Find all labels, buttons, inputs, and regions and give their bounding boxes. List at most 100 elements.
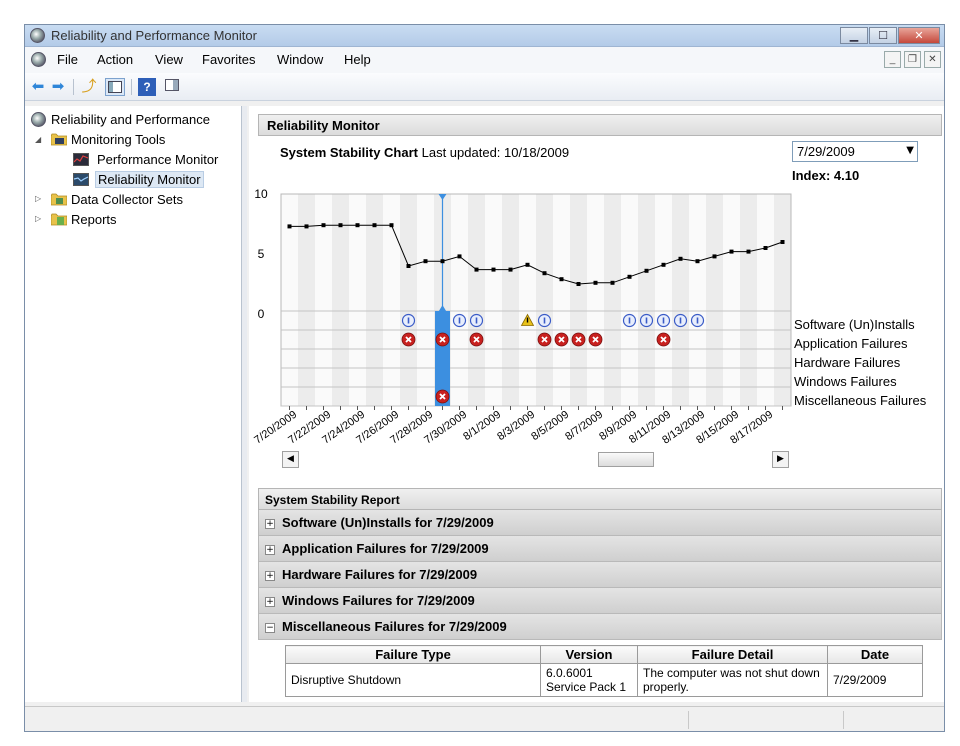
y-tick-label: 5: [258, 247, 265, 261]
navigation-tree: Reliability and Performance ◢ Monitoring…: [25, 106, 242, 702]
chart-column: [485, 194, 502, 406]
report-section-misc[interactable]: − Miscellaneous Failures for 7/29/2009: [258, 614, 942, 640]
pane-splitter[interactable]: [242, 106, 247, 702]
chart-column: [417, 194, 434, 406]
column-header-version[interactable]: Version: [540, 645, 638, 664]
expand-plus-icon[interactable]: +: [265, 571, 275, 581]
tree-item-label: Monitoring Tools: [71, 132, 166, 147]
menu-bar: File Action View Favorites Window Help _…: [25, 47, 944, 73]
stability-data-point: [746, 249, 751, 254]
y-tick-label: 10: [254, 187, 268, 201]
close-button[interactable]: ✕: [898, 27, 940, 44]
report-section-label: Software (Un)Installs for 7/29/2009: [282, 515, 494, 530]
stability-data-point: [389, 223, 394, 228]
cell-failure-detail: The computer was not shut down properly.: [637, 663, 828, 697]
stability-data-point: [406, 264, 411, 268]
menu-file[interactable]: File: [57, 52, 78, 67]
stability-data-point: [661, 262, 666, 267]
stability-data-point: [610, 280, 615, 285]
tree-item-label: Reports: [71, 212, 117, 227]
report-section-software[interactable]: + Software (Un)Installs for 7/29/2009: [258, 510, 942, 536]
mdi-restore-button[interactable]: ❐: [904, 51, 921, 68]
scroll-right-button[interactable]: ▶: [772, 451, 789, 468]
app-icon: [30, 28, 45, 43]
chart-column: [451, 194, 468, 406]
mdi-close-button[interactable]: ✕: [924, 51, 941, 68]
folder-icon: [50, 193, 68, 206]
version-number: 6.0.6001: [546, 666, 593, 680]
toolbar-separator: [131, 79, 132, 95]
toolbar: ⬅ ➡ ⤴ ?: [25, 73, 944, 101]
forward-arrow-icon[interactable]: ➡: [49, 78, 67, 96]
chart-scrollbar[interactable]: ◀ ▶: [282, 451, 789, 468]
expand-triangle-icon[interactable]: ▷: [35, 214, 41, 223]
category-label-misc: Miscellaneous Failures: [794, 393, 927, 408]
collapse-minus-icon[interactable]: −: [265, 623, 275, 633]
folder-icon: [50, 133, 68, 146]
maximize-button[interactable]: ☐: [869, 27, 897, 44]
expand-plus-icon[interactable]: +: [265, 519, 275, 529]
chart-column: [689, 194, 706, 406]
scroll-left-button[interactable]: ◀: [282, 451, 299, 468]
chart-column: [587, 194, 604, 406]
x-tick-label: 8/1/2009: [461, 409, 503, 443]
report-section-windows[interactable]: + Windows Failures for 7/29/2009: [258, 588, 942, 614]
stability-report: System Stability Report + Software (Un)In…: [258, 488, 942, 697]
table-row[interactable]: Disruptive Shutdown 6.0.6001 Service Pack…: [285, 663, 923, 697]
report-section-label: Application Failures for 7/29/2009: [282, 541, 489, 556]
menu-view[interactable]: View: [155, 52, 183, 67]
tree-item-label: Data Collector Sets: [71, 192, 183, 207]
chart-column: [723, 194, 740, 406]
chart-column: [706, 194, 723, 406]
category-label-software: Software (Un)Installs: [794, 317, 915, 332]
column-header-failure-type[interactable]: Failure Type: [285, 645, 541, 664]
column-header-failure-detail[interactable]: Failure Detail: [637, 645, 828, 664]
window-title: Reliability and Performance Monitor: [51, 28, 257, 43]
dropdown-arrow-icon[interactable]: ▼: [906, 145, 914, 156]
category-label-windows: Windows Failures: [794, 374, 897, 389]
report-section-label: Miscellaneous Failures for 7/29/2009: [282, 619, 507, 634]
stability-data-point: [712, 254, 717, 259]
chart-column: [400, 194, 417, 406]
help-icon[interactable]: ?: [138, 78, 156, 96]
action-pane-icon[interactable]: [163, 78, 181, 96]
reliability-monitor-pane: Reliability Monitor System Stability Cha…: [249, 106, 944, 702]
stability-data-point: [440, 259, 445, 264]
scroll-thumb[interactable]: [598, 452, 654, 467]
menu-help[interactable]: Help: [344, 52, 371, 67]
chart-column: [740, 194, 757, 406]
minimize-button[interactable]: ▁: [840, 27, 868, 44]
tree-item-label: Performance Monitor: [97, 152, 219, 167]
chart-column: [570, 194, 587, 406]
column-header-date[interactable]: Date: [827, 645, 923, 664]
stability-data-point: [678, 256, 683, 261]
status-separator: [688, 711, 689, 729]
expand-triangle-icon[interactable]: ▷: [35, 194, 41, 203]
category-label-application: Application Failures: [794, 336, 908, 351]
stability-data-point: [304, 224, 309, 229]
version-service-pack: Service Pack 1: [546, 680, 627, 694]
menu-action[interactable]: Action: [97, 52, 133, 67]
stability-data-point: [508, 267, 513, 272]
title-bar[interactable]: Reliability and Performance Monitor ▁ ☐ …: [25, 25, 944, 47]
folder-icon: [50, 213, 68, 226]
pane-header: Reliability Monitor: [258, 114, 942, 136]
stability-data-point: [321, 223, 326, 228]
menu-window[interactable]: Window: [277, 52, 323, 67]
stability-data-point: [491, 267, 496, 272]
stability-data-point: [729, 249, 734, 254]
show-hide-tree-icon[interactable]: [105, 78, 125, 96]
report-section-application[interactable]: + Application Failures for 7/29/2009: [258, 536, 942, 562]
stability-data-point: [355, 223, 360, 228]
report-section-hardware[interactable]: + Hardware Failures for 7/29/2009: [258, 562, 942, 588]
back-arrow-icon[interactable]: ⬅: [29, 78, 47, 96]
up-folder-icon[interactable]: ⤴: [80, 78, 98, 96]
toolbar-separator: [73, 79, 74, 95]
chart-column: [638, 194, 655, 406]
collapse-triangle-icon[interactable]: ◢: [35, 135, 41, 144]
system-menu-icon[interactable]: [31, 52, 46, 67]
expand-plus-icon[interactable]: +: [265, 597, 275, 607]
menu-favorites[interactable]: Favorites: [202, 52, 255, 67]
mdi-minimize-button[interactable]: _: [884, 51, 901, 68]
expand-plus-icon[interactable]: +: [265, 545, 275, 555]
